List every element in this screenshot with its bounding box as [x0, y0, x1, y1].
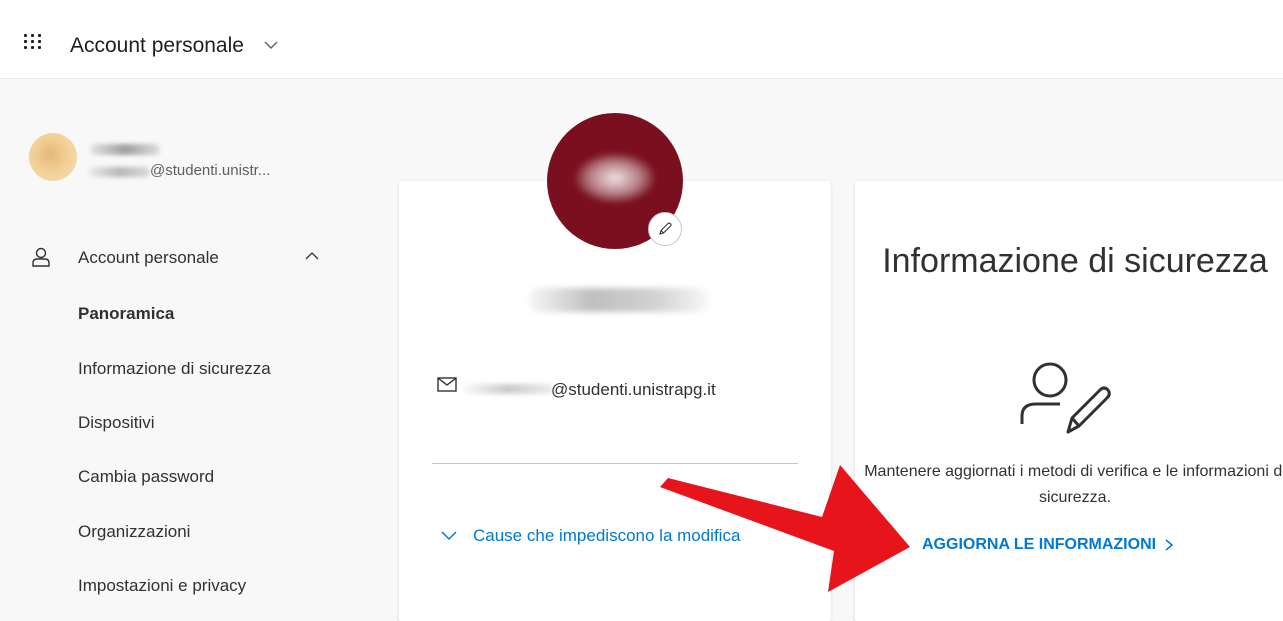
chevron-down-icon — [441, 531, 457, 541]
security-card-title: Informazione di sicurezza — [882, 242, 1268, 280]
sidebar-item-change-password[interactable]: Cambia password — [78, 467, 214, 487]
sidebar-item-panoramica[interactable]: Panoramica — [78, 304, 174, 324]
app-title[interactable]: Account personale — [70, 34, 244, 58]
chevron-right-icon — [1165, 539, 1174, 551]
email-local-part-redacted — [462, 384, 554, 394]
pencil-icon — [659, 222, 672, 235]
sidebar-item-devices[interactable]: Dispositivi — [78, 413, 155, 433]
app-launcher-icon[interactable] — [24, 34, 44, 50]
profile-email: @studenti.unistrapg.it — [551, 380, 716, 399]
chevron-up-icon[interactable] — [304, 249, 320, 263]
edit-photo-button[interactable] — [648, 212, 682, 246]
chevron-down-icon[interactable] — [262, 36, 280, 54]
sidebar-section-account[interactable]: Account personale — [78, 248, 219, 268]
top-bar: Account personale — [0, 0, 1283, 79]
user-email: @studenti.unistr... — [150, 162, 271, 179]
profile-name-redacted — [528, 288, 710, 312]
person-edit-icon — [1020, 362, 1111, 434]
sidebar-item-settings-privacy[interactable]: Impostazioni e privacy — [78, 576, 246, 596]
user-name-redacted — [90, 144, 160, 155]
person-icon — [32, 247, 50, 267]
user-email-redacted — [88, 167, 150, 177]
avatar — [29, 133, 77, 181]
sidebar-item-organizations[interactable]: Organizzazioni — [78, 522, 190, 542]
sidebar-item-security-info[interactable]: Informazione di sicurezza — [78, 359, 271, 379]
red-arrow-annotation — [660, 465, 910, 592]
mail-icon — [437, 377, 457, 392]
